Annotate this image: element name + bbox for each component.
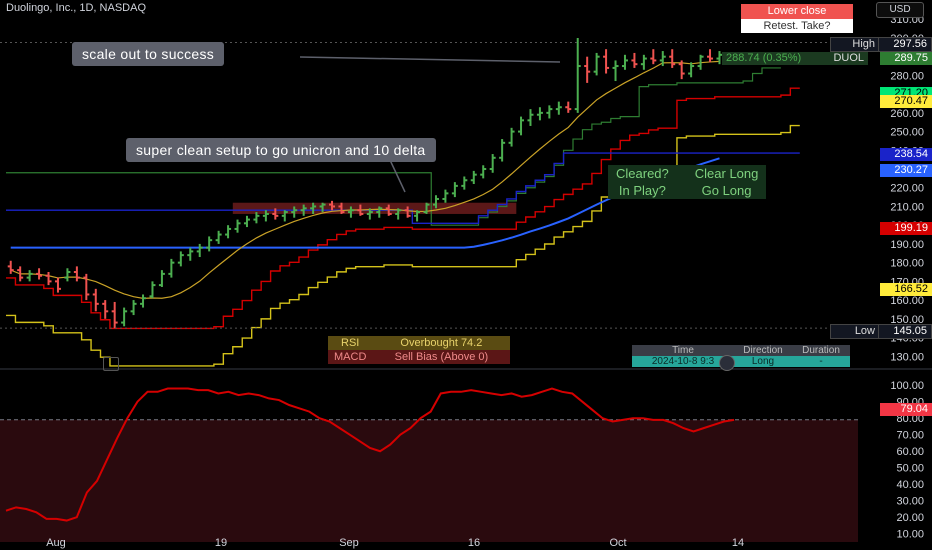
signal-row: In Play? Go Long [608, 182, 766, 199]
symbol-title: Duolingo, Inc., 1D, NASDAQ [6, 2, 147, 14]
rsi-tick-label: 100.00 [890, 380, 924, 392]
indicator-cell: RSI [328, 336, 373, 350]
symbol-tag: DUOL [820, 52, 868, 65]
indicator-table: RSI Overbought 74.2 MACD Sell Bias (Abov… [328, 336, 511, 364]
low-price-tag: 145.05 [878, 324, 932, 339]
trade-header: Direction [734, 345, 792, 356]
red-band-tag: 199.19 [880, 222, 932, 235]
price-tick-label: 160.00 [890, 295, 924, 307]
price-tick-label: 250.00 [890, 127, 924, 139]
x-tick-label: 14 [732, 537, 744, 549]
trade-row: 2024-10-8 9:3 Long - [632, 356, 850, 367]
yellow-band-tag: 166.52 [880, 283, 932, 296]
last-change-tag: 288.74 (0.35%) [722, 52, 822, 65]
trade-cell: - [792, 356, 850, 367]
rsi-zone-shade [0, 419, 858, 542]
x-tick-label: 19 [215, 537, 227, 549]
trade-header: Duration [792, 345, 850, 356]
price-tick-label: 210.00 [890, 201, 924, 213]
signal-cell: Clear Long [694, 166, 759, 181]
rsi-tick-label: 30.00 [896, 496, 924, 508]
high-label: High [830, 37, 880, 52]
price-tick-label: 280.00 [890, 70, 924, 82]
signal-cell: In Play? [618, 183, 666, 198]
lower-close-label: Lower close [741, 4, 853, 19]
x-tick-label: Sep [339, 537, 359, 549]
indicator-row: RSI Overbought 74.2 [328, 336, 511, 350]
trade-header-row: Time Direction Duration [632, 345, 850, 356]
callout-scale-out: scale out to success [72, 42, 225, 66]
rsi-tick-label: 50.00 [896, 463, 924, 475]
signal-row: Cleared? Clear Long [608, 165, 766, 182]
signal-table: Cleared? Clear Long In Play? Go Long [608, 165, 767, 199]
replay-icon[interactable] [719, 355, 735, 371]
x-tick-label: Aug [46, 537, 66, 549]
rsi-tick-label: 70.00 [896, 430, 924, 442]
indicator-cell: Sell Bias (Above 0) [372, 350, 511, 364]
rsi-tick-label: 60.00 [896, 446, 924, 458]
tradingview-logo-icon [103, 357, 119, 371]
x-tick-label: 16 [468, 537, 480, 549]
trade-header: Time [632, 345, 734, 356]
signal-cell: Go Long [701, 183, 752, 198]
high-price-tag: 297.56 [878, 37, 932, 52]
callout-pointer [389, 159, 406, 193]
trade-cell: Long [734, 356, 792, 367]
retest-label: Retest. Take? [741, 19, 853, 33]
indicator-row: MACD Sell Bias (Above 0) [328, 350, 511, 364]
rsi-tick-label: 20.00 [896, 512, 924, 524]
yellow-ma-tag: 270.47 [880, 95, 932, 108]
indicator-cell: Overbought 74.2 [372, 336, 511, 350]
signal-cell: Cleared? [616, 166, 669, 181]
dark-blue-tag: 238.54 [880, 148, 932, 161]
rsi-tick-label: 10.00 [896, 529, 924, 541]
trade-table: Time Direction Duration 2024-10-8 9:3 Lo… [632, 345, 850, 367]
price-tick-label: 220.00 [890, 183, 924, 195]
low-label: Low [830, 324, 880, 339]
price-tick-label: 260.00 [890, 108, 924, 120]
chart-canvas: 130.00140.00150.00160.00170.00180.00190.… [0, 14, 932, 549]
blue-ma-tag: 230.27 [880, 164, 932, 177]
rsi-value-tag: 79.04 [880, 403, 932, 416]
price-tick-label: 190.00 [890, 239, 924, 251]
currency-button[interactable]: USD [876, 2, 924, 18]
price-tick-label: 130.00 [890, 351, 924, 363]
callout-pointer [299, 56, 561, 63]
x-tick-label: Oct [609, 537, 626, 549]
indicator-cell: MACD [328, 350, 373, 364]
rsi-tick-label: 40.00 [896, 479, 924, 491]
price-tick-label: 180.00 [890, 258, 924, 270]
callout-setup: super clean setup to go unicron and 10 d… [126, 138, 436, 162]
last-price-tag: 289.75 [880, 52, 932, 65]
